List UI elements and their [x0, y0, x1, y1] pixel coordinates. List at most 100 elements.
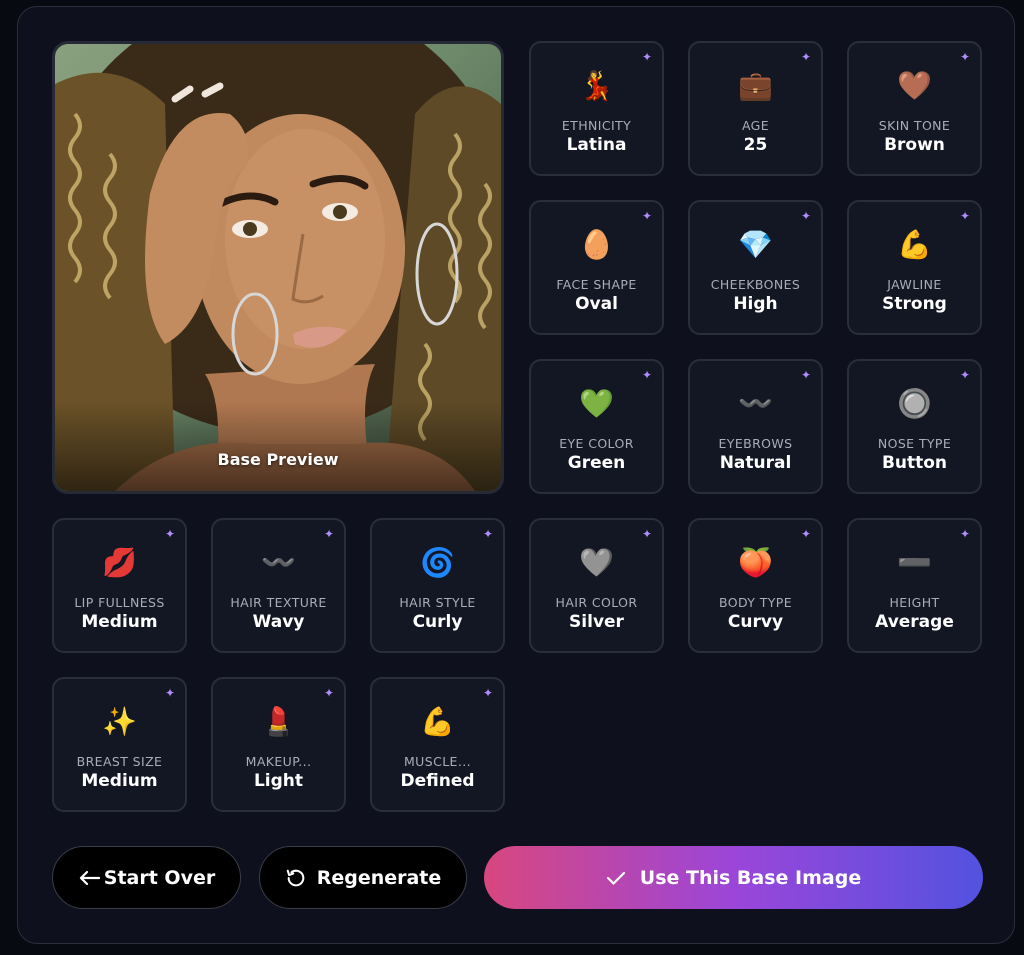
- sparkles-icon[interactable]: ✦: [801, 51, 811, 63]
- attribute-tile-body-type[interactable]: ✦ 🍑 BODY TYPE Curvy: [688, 518, 823, 653]
- breast-size-emoji-icon: ✨: [102, 705, 137, 738]
- attribute-label: HAIR STYLE: [399, 595, 476, 610]
- body-type-emoji-icon: 🍑: [738, 546, 773, 579]
- attribute-value: Green: [567, 453, 626, 473]
- muscle-emoji-icon: 💪: [420, 705, 455, 738]
- attribute-label: JAWLINE: [887, 277, 942, 292]
- attribute-value: 25: [743, 135, 768, 155]
- attribute-value: Medium: [81, 612, 158, 632]
- attribute-label: HEIGHT: [889, 595, 940, 610]
- attribute-value: Strong: [882, 294, 947, 314]
- attribute-tile-hair-color[interactable]: ✦ 🩶 HAIR COLOR Silver: [529, 518, 664, 653]
- attribute-tile-eyebrows[interactable]: ✦ 〰️ EYEBROWS Natural: [688, 359, 823, 494]
- attribute-tile-eye-color[interactable]: ✦ 💚 EYE COLOR Green: [529, 359, 664, 494]
- sparkles-icon[interactable]: ✦: [483, 687, 493, 699]
- attribute-label: LIP FULLNESS: [74, 595, 165, 610]
- check-icon: [606, 870, 626, 886]
- attribute-value: Natural: [719, 453, 792, 473]
- attribute-tile-skin-tone[interactable]: ✦ 🤎 SKIN TONE Brown: [847, 41, 982, 176]
- attribute-tile-face-shape[interactable]: ✦ 🥚 FACE SHAPE Oval: [529, 200, 664, 335]
- use-base-image-button[interactable]: Use This Base Image: [484, 846, 983, 909]
- ethnicity-emoji-icon: 💃: [579, 69, 614, 102]
- attribute-label: BREAST SIZE: [76, 754, 163, 769]
- attribute-value: Curly: [412, 612, 463, 632]
- attribute-label: CHEEKBONES: [710, 277, 801, 292]
- preview-label: Base Preview: [217, 450, 339, 469]
- height-emoji-icon: ➖: [897, 546, 932, 579]
- start-over-button[interactable]: Start Over: [52, 846, 241, 909]
- attribute-value: Wavy: [252, 612, 305, 632]
- attribute-value: High: [733, 294, 778, 314]
- attribute-label: HAIR COLOR: [555, 595, 638, 610]
- sparkles-icon[interactable]: ✦: [324, 528, 334, 540]
- sparkles-icon[interactable]: ✦: [483, 528, 493, 540]
- attribute-tile-hair-texture[interactable]: ✦ 〰️ HAIR TEXTURE Wavy: [211, 518, 346, 653]
- makeup-emoji-icon: 💄: [261, 705, 296, 738]
- preview-fade: [55, 401, 501, 491]
- hair-style-emoji-icon: 🌀: [420, 546, 455, 579]
- attribute-label: NOSE TYPE: [877, 436, 952, 451]
- regenerate-button[interactable]: Regenerate: [259, 846, 467, 909]
- attribute-value: Silver: [569, 612, 624, 632]
- sparkles-icon[interactable]: ✦: [642, 210, 652, 222]
- sparkles-icon[interactable]: ✦: [324, 687, 334, 699]
- attribute-label: MAKEUP...: [245, 754, 312, 769]
- base-preview-image: Base Preview: [52, 41, 504, 494]
- attribute-value: Curvy: [727, 612, 784, 632]
- face-shape-emoji-icon: 🥚: [579, 228, 614, 261]
- attribute-tile-breast-size[interactable]: ✦ ✨ BREAST SIZE Medium: [52, 677, 187, 812]
- attribute-tile-cheekbones[interactable]: ✦ 💎 CHEEKBONES High: [688, 200, 823, 335]
- attribute-tile-muscle[interactable]: ✦ 💪 MUSCLE... Defined: [370, 677, 505, 812]
- sparkles-icon[interactable]: ✦: [960, 369, 970, 381]
- sparkles-icon[interactable]: ✦: [642, 51, 652, 63]
- attribute-value: Latina: [566, 135, 627, 155]
- sparkles-icon[interactable]: ✦: [960, 528, 970, 540]
- attribute-tile-ethnicity[interactable]: ✦ 💃 ETHNICITY Latina: [529, 41, 664, 176]
- sparkles-icon[interactable]: ✦: [801, 210, 811, 222]
- attribute-value: Button: [881, 453, 948, 473]
- attribute-label: BODY TYPE: [718, 595, 793, 610]
- lip-fullness-emoji-icon: 💋: [102, 546, 137, 579]
- hair-color-emoji-icon: 🩶: [579, 546, 614, 579]
- attribute-label: SKIN TONE: [878, 118, 951, 133]
- cheekbones-emoji-icon: 💎: [738, 228, 773, 261]
- attribute-tile-age[interactable]: ✦ 💼 AGE 25: [688, 41, 823, 176]
- skin-tone-emoji-icon: 🤎: [897, 69, 932, 102]
- rotate-ccw-icon: [285, 867, 307, 889]
- attribute-label: EYEBROWS: [718, 436, 793, 451]
- attribute-tile-makeup[interactable]: ✦ 💄 MAKEUP... Light: [211, 677, 346, 812]
- attribute-value: Oval: [575, 294, 618, 314]
- sparkles-icon[interactable]: ✦: [801, 528, 811, 540]
- regenerate-label: Regenerate: [316, 866, 442, 889]
- attribute-label: FACE SHAPE: [556, 277, 637, 292]
- use-base-image-label: Use This Base Image: [639, 866, 862, 889]
- start-over-label: Start Over: [103, 866, 216, 889]
- sparkles-icon[interactable]: ✦: [642, 369, 652, 381]
- attribute-label: ETHNICITY: [561, 118, 632, 133]
- eyebrows-emoji-icon: 〰️: [738, 387, 773, 420]
- eye-color-emoji-icon: 💚: [579, 387, 614, 420]
- nose-type-emoji-icon: 🔘: [897, 387, 932, 420]
- age-emoji-icon: 💼: [738, 69, 773, 102]
- attribute-label: EYE COLOR: [559, 436, 634, 451]
- sparkles-icon[interactable]: ✦: [165, 528, 175, 540]
- attribute-label: MUSCLE...: [404, 754, 471, 769]
- attribute-tile-nose-type[interactable]: ✦ 🔘 NOSE TYPE Button: [847, 359, 982, 494]
- attribute-tile-hair-style[interactable]: ✦ 🌀 HAIR STYLE Curly: [370, 518, 505, 653]
- attribute-tile-height[interactable]: ✦ ➖ HEIGHT Average: [847, 518, 982, 653]
- attribute-value: Light: [253, 771, 304, 791]
- attribute-value: Average: [875, 612, 954, 632]
- attribute-tile-jawline[interactable]: ✦ 💪 JAWLINE Strong: [847, 200, 982, 335]
- sparkles-icon[interactable]: ✦: [960, 210, 970, 222]
- hair-texture-emoji-icon: 〰️: [261, 546, 296, 579]
- jawline-emoji-icon: 💪: [897, 228, 932, 261]
- attribute-value: Defined: [400, 771, 475, 791]
- attribute-label: HAIR TEXTURE: [230, 595, 327, 610]
- sparkles-icon[interactable]: ✦: [960, 51, 970, 63]
- attribute-value: Medium: [81, 771, 158, 791]
- sparkles-icon[interactable]: ✦: [801, 369, 811, 381]
- sparkles-icon[interactable]: ✦: [642, 528, 652, 540]
- attribute-label: AGE: [741, 118, 770, 133]
- attribute-tile-lip-fullness[interactable]: ✦ 💋 LIP FULLNESS Medium: [52, 518, 187, 653]
- sparkles-icon[interactable]: ✦: [165, 687, 175, 699]
